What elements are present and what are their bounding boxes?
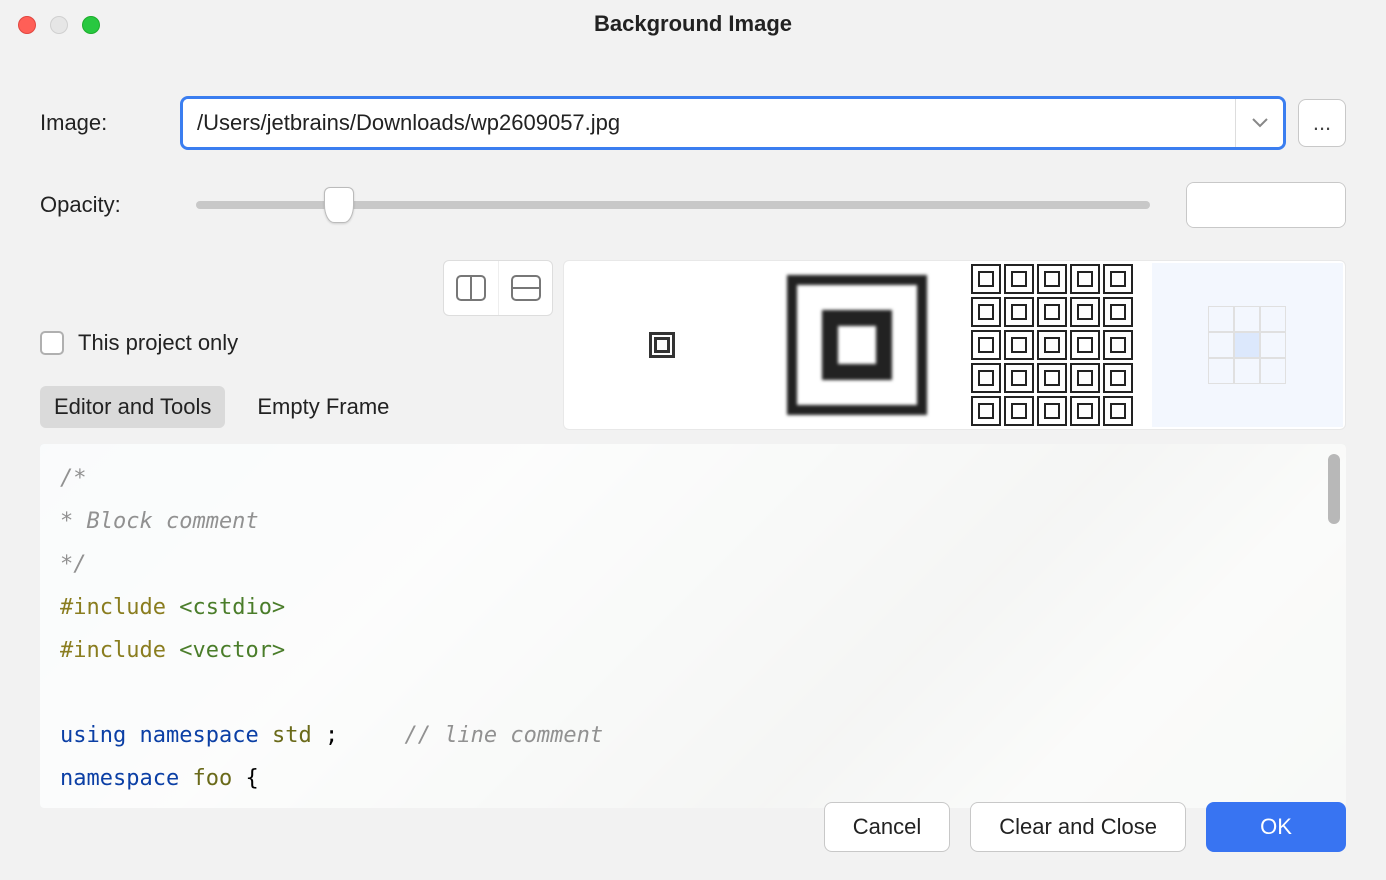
- code-token: {: [245, 766, 258, 791]
- code-line: * Block comment: [60, 509, 259, 534]
- preview-scrollbar[interactable]: [1328, 454, 1340, 524]
- code-line: /*: [60, 466, 87, 491]
- code-token: std: [272, 723, 312, 748]
- opacity-slider-thumb[interactable]: [324, 187, 354, 223]
- ok-button[interactable]: OK: [1206, 802, 1346, 852]
- split-horizontal-icon[interactable]: [498, 261, 552, 315]
- split-vertical-icon[interactable]: [444, 261, 498, 315]
- fill-mode-tile[interactable]: [957, 263, 1148, 427]
- tab-editor-tools[interactable]: Editor and Tools: [40, 386, 225, 428]
- fill-mode-scale[interactable]: [762, 263, 953, 427]
- code-line: */: [60, 552, 87, 577]
- opacity-spinner[interactable]: [1186, 182, 1346, 228]
- window-minimize-button[interactable]: [50, 16, 68, 34]
- code-token: <vector>: [179, 638, 285, 663]
- fill-mode-plain[interactable]: [566, 263, 757, 427]
- fill-mode-anchor[interactable]: [1152, 263, 1343, 427]
- image-label: Image:: [40, 110, 180, 136]
- preview-pane: /* * Block comment */ #include <cstdio> …: [40, 444, 1346, 808]
- code-token: namespace: [60, 766, 179, 791]
- code-token: #include: [60, 595, 166, 620]
- anchor-grid-icon: [1208, 306, 1286, 384]
- cancel-button[interactable]: Cancel: [824, 802, 950, 852]
- browse-button[interactable]: ...: [1298, 99, 1346, 147]
- code-token: namespace: [139, 723, 258, 748]
- tile-grid-icon: [971, 264, 1133, 426]
- project-only-checkbox[interactable]: [40, 331, 64, 355]
- project-only-label: This project only: [78, 330, 238, 356]
- image-path-input[interactable]: [183, 99, 1235, 147]
- opacity-slider[interactable]: [196, 201, 1150, 209]
- window-title: Background Image: [594, 11, 792, 37]
- window-close-button[interactable]: [18, 16, 36, 34]
- scale-square-icon: [787, 275, 927, 415]
- code-token: ;: [325, 723, 338, 748]
- ellipsis-icon: ...: [1313, 110, 1331, 136]
- image-path-combo[interactable]: [180, 96, 1286, 150]
- tab-empty-frame[interactable]: Empty Frame: [243, 386, 403, 428]
- code-token: #include: [60, 638, 166, 663]
- code-token: <cstdio>: [179, 595, 285, 620]
- code-token: foo: [192, 766, 232, 791]
- clear-close-button[interactable]: Clear and Close: [970, 802, 1186, 852]
- code-token: using: [60, 723, 126, 748]
- window-maximize-button[interactable]: [82, 16, 100, 34]
- code-token: // line comment: [404, 723, 603, 748]
- opacity-value-input[interactable]: [1187, 183, 1346, 227]
- square-icon: [649, 332, 675, 358]
- chevron-down-icon[interactable]: [1235, 99, 1283, 147]
- opacity-label: Opacity:: [40, 192, 180, 218]
